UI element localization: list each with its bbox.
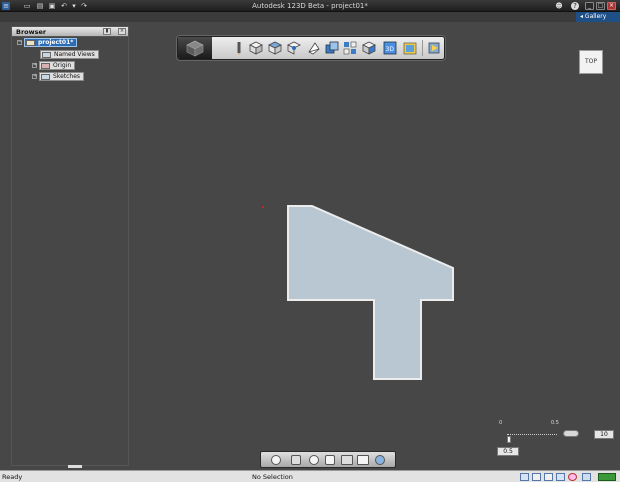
grid-scale-right-label: 0.5 [551, 420, 559, 426]
navigation-bar [260, 451, 396, 468]
grid-slider-thumb[interactable] [507, 436, 511, 443]
workspace-icon[interactable] [582, 473, 591, 481]
visual-style-icon[interactable] [375, 455, 385, 465]
grid-toggle-button[interactable] [563, 430, 579, 437]
app-window: ≡ ▭ ▤ ▣ ↶ ▾ ↷ Autodesk 123D Beta - proje… [0, 0, 620, 482]
grid-scale-track [507, 434, 557, 435]
no-entry-icon[interactable] [568, 473, 577, 481]
grid-scale-left-label: 0 [499, 420, 503, 426]
zoom-icon[interactable] [309, 455, 319, 465]
display-mode-icon[interactable] [357, 455, 369, 465]
grid-scale-widget: 0 0.5 10 0.5 [497, 420, 617, 460]
panel-resize-grip[interactable] [68, 465, 82, 468]
sketch-profile[interactable] [287, 205, 454, 380]
status-bar: Ready No Selection [0, 470, 620, 482]
grid-spacing-field[interactable]: 10 [594, 430, 614, 439]
pan-icon[interactable] [291, 455, 301, 465]
fit-icon[interactable] [341, 455, 353, 465]
snap-value-field[interactable]: 0.5 [497, 447, 519, 456]
look-at-icon[interactable] [325, 455, 335, 465]
orbit-icon[interactable] [271, 455, 281, 465]
grid-toggle-icon[interactable] [520, 473, 529, 481]
origin-marker [262, 206, 264, 208]
status-selection-text: No Selection [252, 473, 293, 481]
ortho-toggle-icon[interactable] [544, 473, 553, 481]
status-ready-text: Ready [2, 473, 23, 481]
viewport-canvas[interactable] [0, 0, 620, 482]
snap-toggle-icon[interactable] [532, 473, 541, 481]
performance-icon [598, 473, 616, 481]
units-icon[interactable] [556, 473, 565, 481]
